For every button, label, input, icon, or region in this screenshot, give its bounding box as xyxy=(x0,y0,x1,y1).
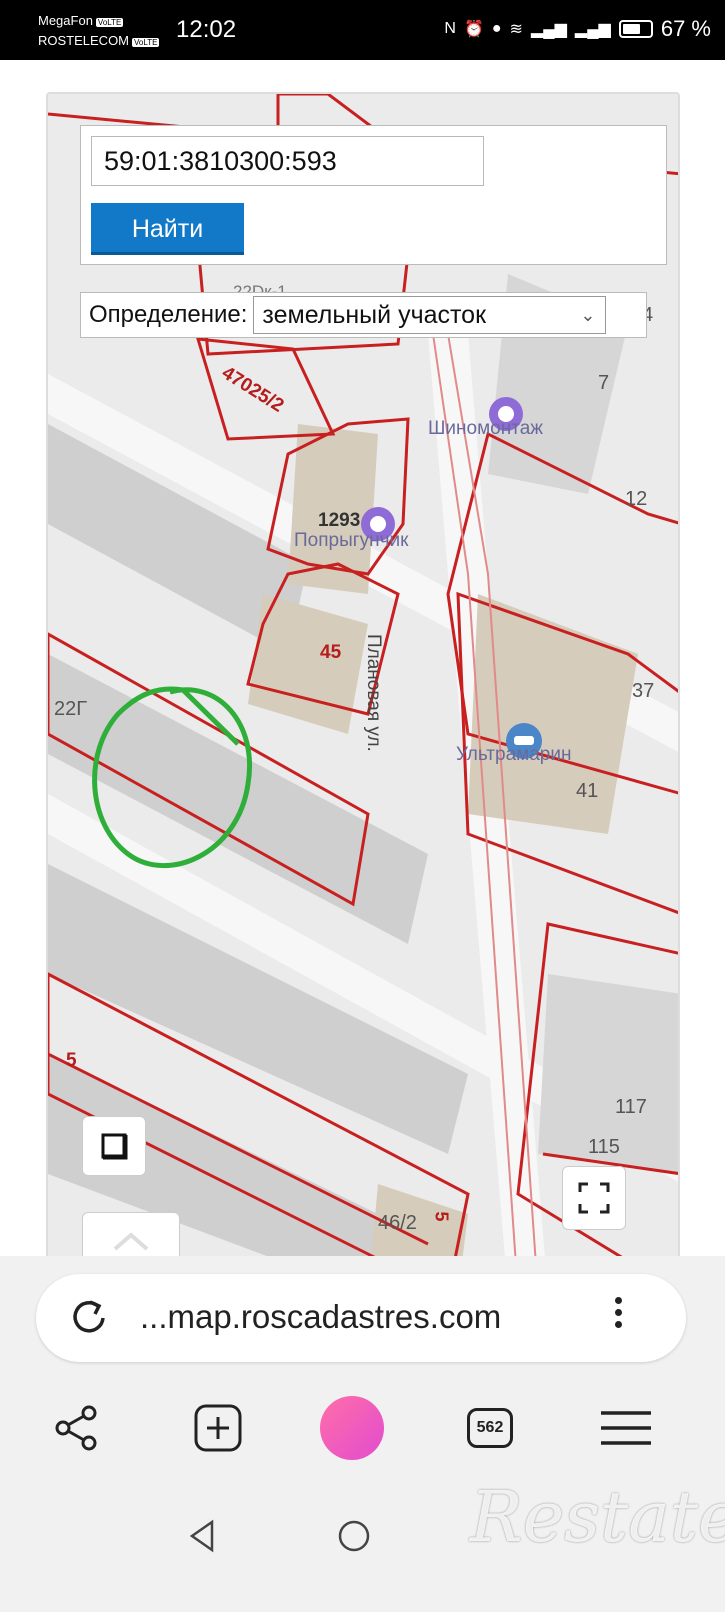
signal-icon: ▂▄▆ xyxy=(530,21,567,38)
volte-badge-1: VoLTE xyxy=(95,18,124,27)
house-number-12: 12 xyxy=(625,488,648,510)
status-bar: MegaFon VoLTE ROSTELECOM VoLTE 12:02 N ⏰ ●… xyxy=(0,0,725,60)
watermark-logo: Restate xyxy=(470,1476,725,1558)
wifi-icon: ≋ xyxy=(509,21,523,38)
clock: 12:02 xyxy=(176,16,237,43)
reload-icon[interactable] xyxy=(68,1296,110,1338)
poi-car-label[interactable]: Ультрамарин xyxy=(456,744,571,766)
menu-button[interactable] xyxy=(594,1396,658,1460)
house-number-5: 5 xyxy=(66,1050,77,1071)
carrier-name-1: MegaFon xyxy=(38,13,93,28)
alice-icon xyxy=(320,1396,384,1460)
alarm-icon: ⏰ xyxy=(463,21,484,38)
chevron-up-icon xyxy=(113,1232,149,1251)
browser-chrome: ...map.roscadastres.com 562 Restate xyxy=(0,1256,725,1612)
poi-kids-label[interactable]: Попрыгунчик xyxy=(294,530,408,552)
definition-selected-value: земельный участок xyxy=(262,301,487,329)
house-number-22g: 22Г xyxy=(54,698,88,720)
nfc-icon: N xyxy=(444,20,456,37)
find-button[interactable]: Найти xyxy=(91,203,244,255)
fullscreen-button[interactable] xyxy=(562,1166,626,1230)
house-number-115: 115 xyxy=(588,1136,620,1158)
plus-icon xyxy=(194,1404,242,1452)
browser-toolbar: 562 xyxy=(0,1396,725,1476)
poi-tire-label[interactable]: Шиномонтаж xyxy=(428,418,543,440)
definition-panel: Определение: земельный участок ⌄ xyxy=(80,292,647,338)
ruler-button[interactable] xyxy=(82,1116,146,1176)
battery-percent: 67 % xyxy=(660,16,711,41)
cadastral-number-input[interactable]: 59:01:3810300:593 xyxy=(91,136,484,186)
tab-count: 562 xyxy=(467,1408,513,1448)
address-bar[interactable]: ...map.roscadastres.com xyxy=(36,1274,686,1362)
url-text[interactable]: ...map.roscadastres.com xyxy=(140,1298,501,1336)
tabs-button[interactable]: 562 xyxy=(458,1396,522,1460)
signal-4g-icon: ▂▄▆ xyxy=(574,21,611,38)
more-menu-icon[interactable] xyxy=(608,1292,628,1344)
home-icon[interactable] xyxy=(336,1518,372,1554)
web-content: 47025/2 22Dк-1 4 7 12 1293 45 22Г 37 41 … xyxy=(0,60,725,1292)
definition-label: Определение: xyxy=(89,301,248,328)
house-number-1293: 1293 xyxy=(318,510,361,531)
location-icon: ● xyxy=(491,20,502,37)
house-number-117: 117 xyxy=(615,1096,647,1118)
house-number-46-2: 46/2 xyxy=(378,1212,417,1234)
ruler-icon xyxy=(101,1133,128,1160)
cadastral-map[interactable]: 47025/2 22Dк-1 4 7 12 1293 45 22Г 37 41 … xyxy=(46,92,680,1292)
volte-badge-2: VoLTE xyxy=(132,38,160,47)
chevron-down-icon: ⌄ xyxy=(580,305,596,325)
house-number-5b: 5 xyxy=(431,1211,452,1222)
fullscreen-icon xyxy=(578,1182,610,1214)
back-icon[interactable] xyxy=(188,1518,218,1554)
carrier-name-2: ROSTELECOM xyxy=(38,33,130,48)
battery-icon xyxy=(618,20,653,38)
house-number-37: 37 xyxy=(632,680,655,702)
share-icon xyxy=(55,1405,97,1451)
hamburger-icon xyxy=(601,1411,651,1445)
new-tab-button[interactable] xyxy=(186,1396,250,1460)
definition-select[interactable]: земельный участок ⌄ xyxy=(253,296,607,334)
search-panel: 59:01:3810300:593 Найти xyxy=(80,125,667,265)
carrier-info: MegaFon VoLTE ROSTELECOM VoLTE xyxy=(38,12,160,52)
house-number-41: 41 xyxy=(576,780,599,802)
share-button[interactable] xyxy=(44,1396,108,1460)
assistant-button[interactable] xyxy=(320,1396,384,1460)
street-label: Плановая ул. xyxy=(363,634,384,752)
house-number-45: 45 xyxy=(320,642,342,663)
house-number-7: 7 xyxy=(598,372,610,394)
status-icons: N ⏰ ● ≋ ▂▄▆ ▂▄▆ 67 % xyxy=(444,16,711,42)
